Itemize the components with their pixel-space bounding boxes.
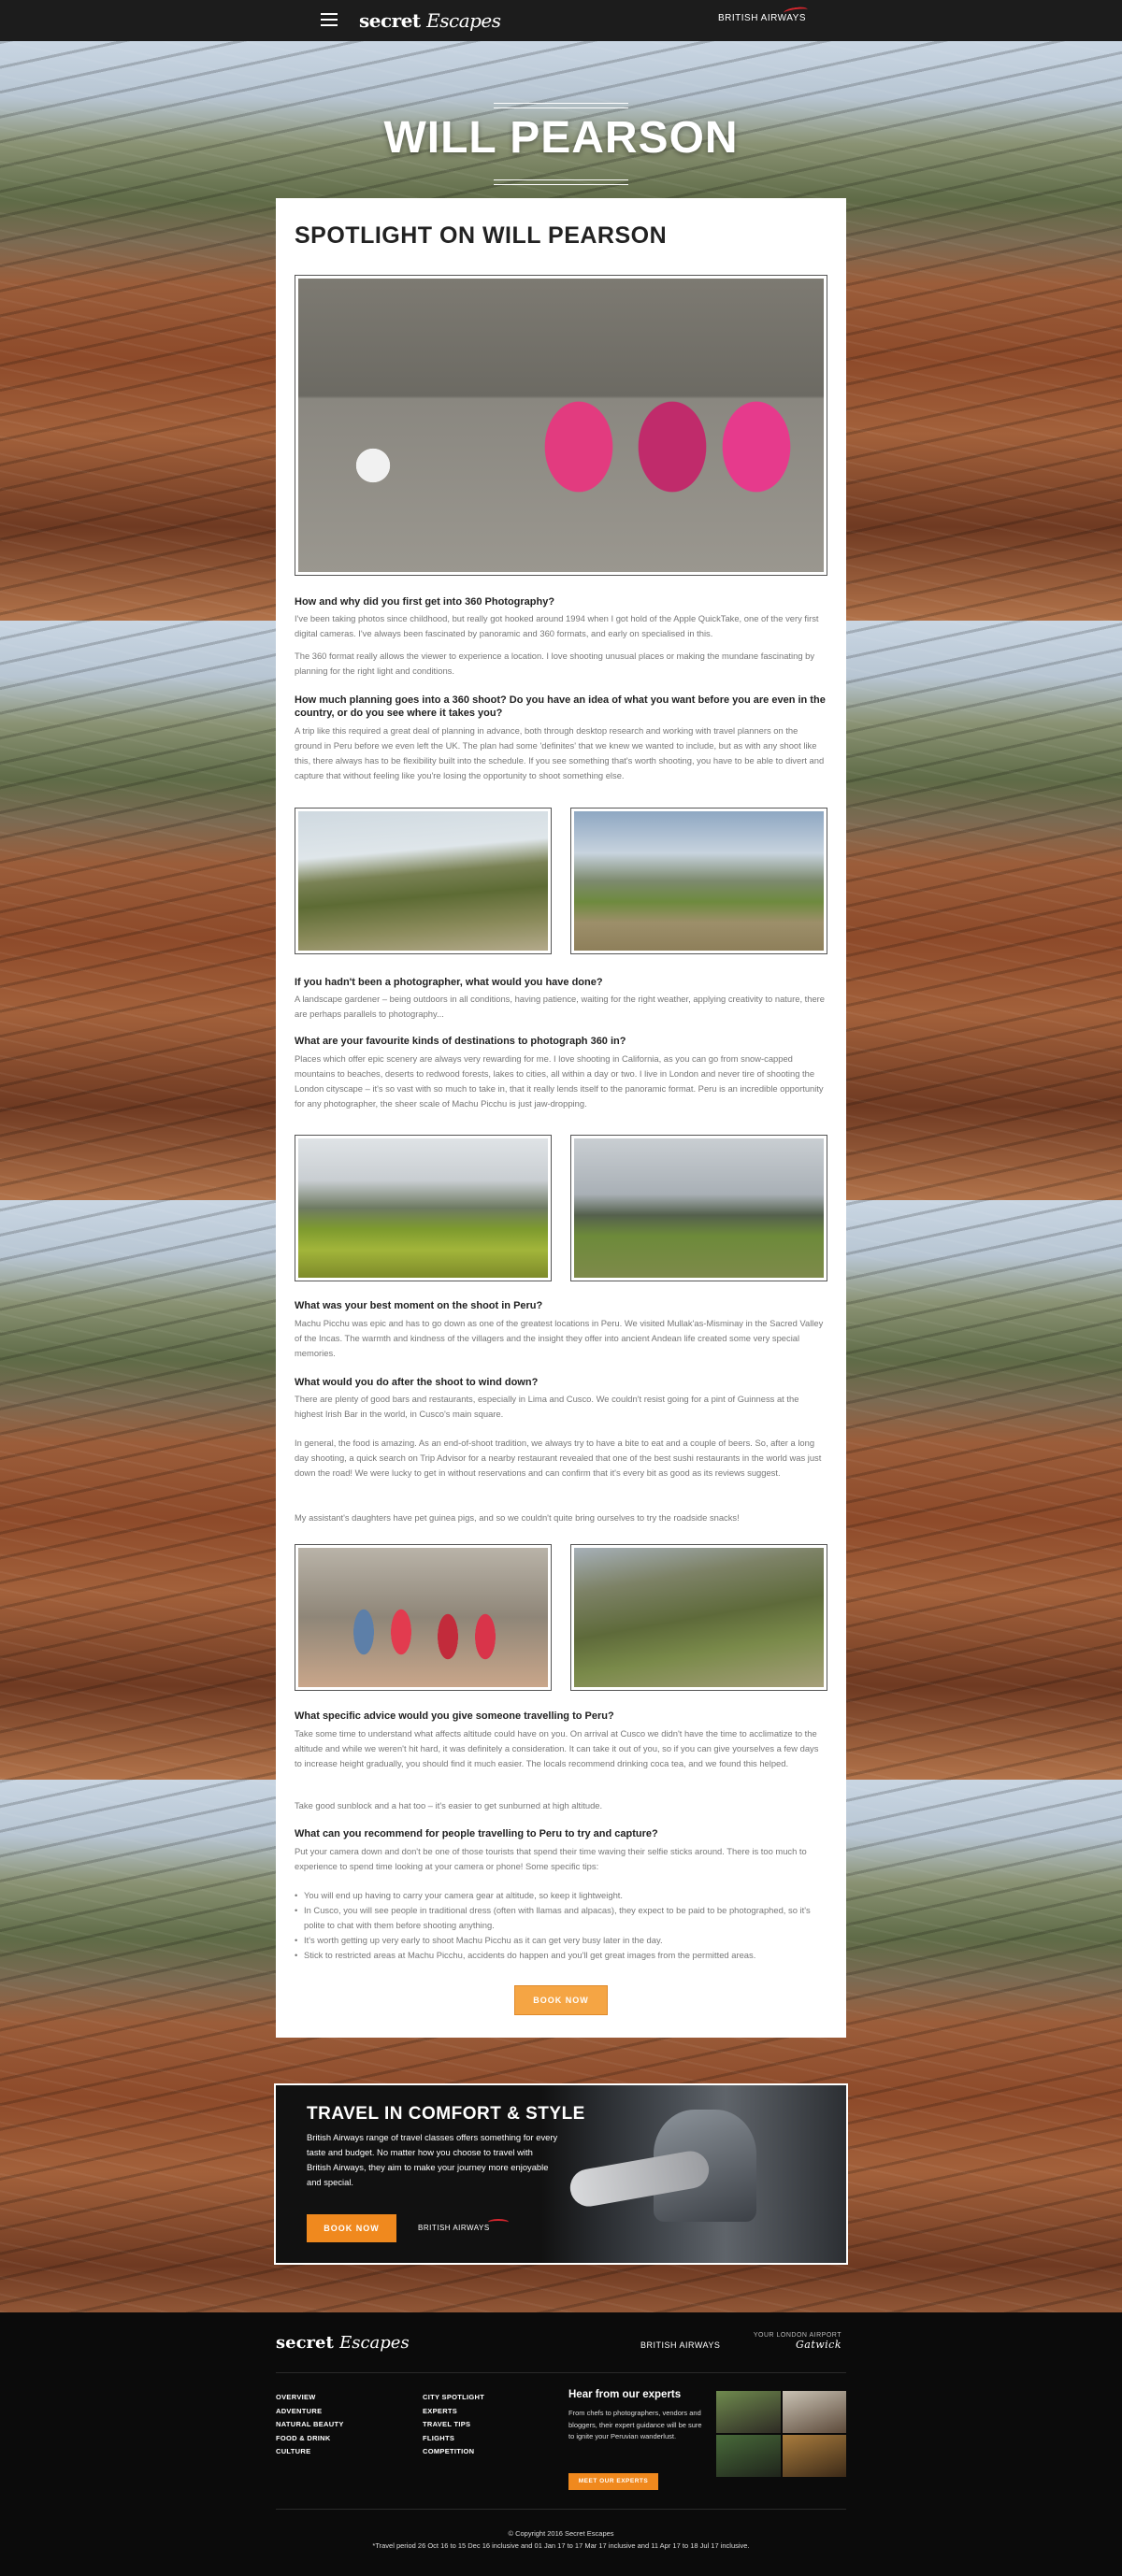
answer-3: A landscape gardener – being outdoors in… xyxy=(295,994,826,1019)
book-now-button[interactable]: BOOK NOW xyxy=(514,1985,608,2015)
footer-link[interactable]: COMPETITION xyxy=(423,2445,484,2459)
hero-rule-top xyxy=(494,103,628,108)
question-3: If you hadn't been a photographer, what … xyxy=(295,977,603,988)
experts-photo-grid[interactable] xyxy=(716,2391,846,2477)
gatwick-logo[interactable]: YOUR LONDON AIRPORT Gatwick xyxy=(748,2331,842,2350)
answer-1a: I've been taking photos since childhood,… xyxy=(295,613,819,638)
footer-divider xyxy=(276,2509,846,2510)
tip-item: You will end up having to carry your cam… xyxy=(295,1888,827,1903)
footer-secret-escapes-logo[interactable]: secret Escapes xyxy=(276,2333,410,2353)
tip-item: Stick to restricted areas at Machu Picch… xyxy=(295,1948,827,1963)
answer-4: Places which offer epic scenery are alwa… xyxy=(295,1053,824,1109)
article-card: SPOTLIGHT ON WILL PEARSON How and why di… xyxy=(276,198,846,2038)
footer-link[interactable]: ADVENTURE xyxy=(276,2405,344,2419)
footer-british-airways-logo[interactable]: BRITISH AIRWAYS xyxy=(640,2340,720,2350)
footer-link[interactable]: EXPERTS xyxy=(423,2405,484,2419)
answer-7a: Take some time to understand what affect… xyxy=(295,1728,819,1768)
hero-title: WILL PEARSON xyxy=(383,113,739,163)
footer-nav-col-1: OVERVIEW ADVENTURE NATURAL BEAUTY FOOD &… xyxy=(276,2391,344,2459)
answer-5: Machu Picchu was epic and has to go down… xyxy=(295,1318,824,1358)
question-6: What would you do after the shoot to win… xyxy=(295,1377,539,1388)
tip-item: In Cusco, you will see people in traditi… xyxy=(295,1903,827,1933)
footer-link[interactable]: FLIGHTS xyxy=(423,2432,484,2446)
question-5: What was your best moment on the shoot i… xyxy=(295,1300,543,1311)
tips-list: You will end up having to carry your cam… xyxy=(295,1888,827,1963)
expert-photo xyxy=(782,2391,846,2433)
footer-link[interactable]: TRAVEL TIPS xyxy=(423,2418,484,2432)
question-4: What are your favourite kinds of destina… xyxy=(295,1036,626,1047)
photo-sacred-valley xyxy=(570,1544,827,1691)
business-seat-image xyxy=(541,2085,846,2263)
photo-fields-clouds xyxy=(295,1135,552,1281)
footer-link[interactable]: CITY SPOTLIGHT xyxy=(423,2391,484,2405)
expert-photo xyxy=(782,2435,846,2477)
terms-text: *Travel period 26 Oct 16 to 15 Dec 16 in… xyxy=(372,2541,750,2550)
photo-villagers xyxy=(295,1544,552,1691)
answer-6b: In general, the food is amazing. As an e… xyxy=(295,1438,822,1478)
question-1: How and why did you first get into 360 P… xyxy=(295,596,555,608)
hero-photo-women-llama xyxy=(295,275,827,576)
secret-escapes-logo[interactable]: secret Escapes xyxy=(359,9,501,32)
answer-8: Put your camera down and don't be one of… xyxy=(295,1846,807,1871)
answer-7b: Take good sunblock and a hat too – it's … xyxy=(295,1800,603,1810)
top-nav: secret Escapes BRITISH AIRWAYS xyxy=(0,0,1122,41)
tip-item: It's worth getting up very early to shoo… xyxy=(295,1933,827,1948)
footer: secret Escapes BRITISH AIRWAYS YOUR LOND… xyxy=(0,2312,1122,2576)
menu-icon[interactable] xyxy=(321,13,338,26)
meet-experts-button[interactable]: MEET OUR EXPERTS xyxy=(568,2473,658,2490)
question-8: What can you recommend for people travel… xyxy=(295,1828,658,1839)
expert-photo xyxy=(716,2435,781,2477)
photo-valley-road xyxy=(295,808,552,954)
travel-comfort-banner: TRAVEL IN COMFORT & STYLE British Airway… xyxy=(274,2083,848,2265)
footer-nav-col-2: CITY SPOTLIGHT EXPERTS TRAVEL TIPS FLIGH… xyxy=(423,2391,484,2459)
footer-link[interactable]: NATURAL BEAUTY xyxy=(276,2418,344,2432)
footer-link[interactable]: OVERVIEW xyxy=(276,2391,344,2405)
question-7: What specific advice would you give some… xyxy=(295,1710,614,1722)
question-2: How much planning goes into a 360 shoot?… xyxy=(295,694,826,719)
british-airways-logo: BRITISH AIRWAYS xyxy=(418,2219,509,2232)
british-airways-logo[interactable]: BRITISH AIRWAYS xyxy=(718,13,806,23)
expert-photo xyxy=(716,2391,781,2433)
answer-6c: My assistant's daughters have pet guinea… xyxy=(295,1512,740,1523)
answer-6a: There are plenty of good bars and restau… xyxy=(295,1394,799,1419)
footer-link[interactable]: CULTURE xyxy=(276,2445,344,2459)
answer-1b: The 360 format really allows the viewer … xyxy=(295,651,815,676)
hero-rule-bottom xyxy=(494,179,628,185)
copyright: © Copyright 2016 Secret Escapes xyxy=(508,2529,614,2538)
experts-text: From chefs to photographers, vendors and… xyxy=(568,2409,702,2440)
experts-title: Hear from our experts xyxy=(568,2389,682,2400)
banner-title: TRAVEL IN COMFORT & STYLE xyxy=(307,2104,585,2124)
banner-book-now-button[interactable]: BOOK NOW xyxy=(307,2214,396,2242)
footer-link[interactable]: FOOD & DRINK xyxy=(276,2432,344,2446)
photo-trail-sign xyxy=(570,1135,827,1281)
answer-2: A trip like this required a great deal o… xyxy=(295,725,825,780)
footer-divider xyxy=(276,2372,846,2373)
banner-text: British Airways range of travel classes … xyxy=(307,2132,558,2187)
photo-mountain-road xyxy=(570,808,827,954)
article-heading: SPOTLIGHT ON WILL PEARSON xyxy=(295,222,668,249)
